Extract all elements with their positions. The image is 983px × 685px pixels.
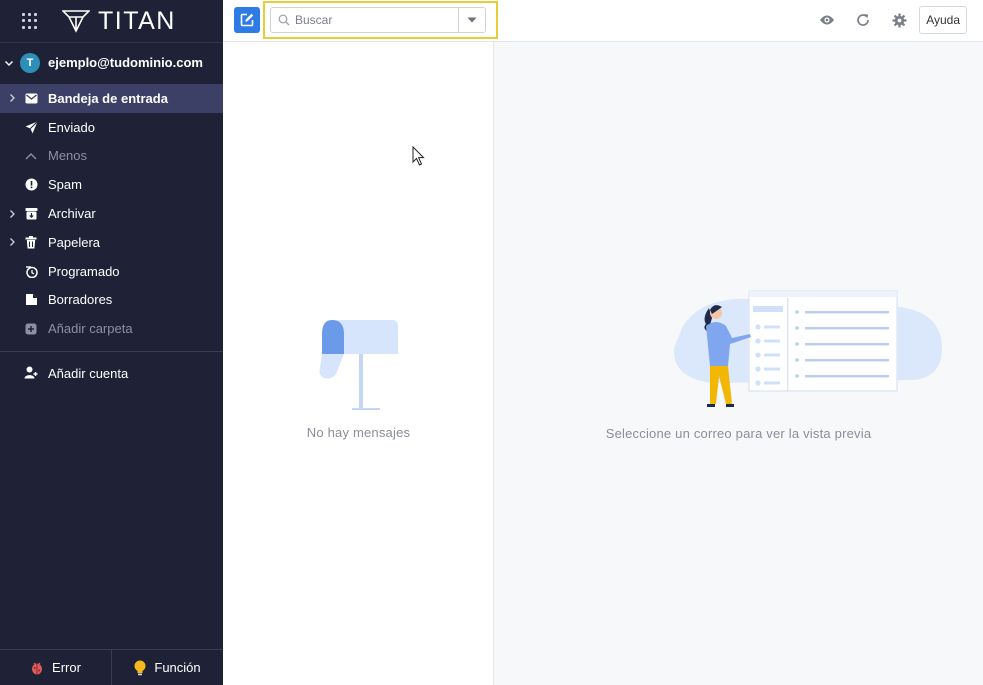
clock-send-icon xyxy=(24,264,38,278)
compose-button[interactable] xyxy=(234,7,260,33)
view-toggle-button[interactable] xyxy=(809,6,845,34)
search-options-dropdown[interactable] xyxy=(458,8,485,32)
help-button[interactable]: Ayuda xyxy=(919,6,967,34)
search-input[interactable] xyxy=(295,13,455,27)
sidebar-item-inbox[interactable]: Bandeja de entrada xyxy=(0,84,223,113)
sidebar-item-scheduled[interactable]: Programado xyxy=(0,257,223,286)
sidebar-item-spam[interactable]: Spam xyxy=(0,170,223,199)
sidebar-item-label: Añadir carpeta xyxy=(48,321,133,337)
sidebar-item-label: Programado xyxy=(48,263,120,279)
chevron-right-icon[interactable] xyxy=(7,209,17,219)
chevron-down-icon[interactable] xyxy=(4,58,14,68)
settings-button[interactable] xyxy=(881,6,917,34)
chevron-right-icon[interactable] xyxy=(7,237,17,247)
sidebar: TITAN T ejemplo@tudominio.com Bandeja de… xyxy=(0,0,223,685)
preview-pane: Seleccione un correo para ver la vista p… xyxy=(494,42,983,685)
feature-label: Función xyxy=(154,660,201,675)
sidebar-footer: Error Función xyxy=(0,649,223,685)
lightbulb-icon xyxy=(134,660,146,675)
sidebar-item-label: Papelera xyxy=(48,234,101,250)
feature-request-button[interactable]: Función xyxy=(111,650,223,685)
top-toolbar: Ayuda xyxy=(223,0,983,42)
refresh-button[interactable] xyxy=(845,6,881,34)
sidebar-item-label: Borradores xyxy=(48,292,113,308)
add-user-icon xyxy=(24,366,38,380)
plus-square-icon xyxy=(24,322,38,336)
titan-logo: TITAN xyxy=(62,7,176,36)
search-icon xyxy=(278,14,290,26)
archive-icon xyxy=(24,207,38,221)
draft-icon xyxy=(24,293,38,307)
sidebar-item-sent[interactable]: Enviado xyxy=(0,113,223,142)
preview-empty-message: Seleccione un correo para ver la vista p… xyxy=(605,426,872,441)
mouse-cursor-icon xyxy=(412,146,425,166)
add-account-button[interactable]: Añadir cuenta xyxy=(0,352,223,394)
account-email: ejemplo@tudominio.com xyxy=(48,55,203,70)
sidebar-item-drafts[interactable]: Borradores xyxy=(0,286,223,315)
avatar: T xyxy=(20,52,40,73)
apps-grid-icon[interactable] xyxy=(22,13,38,29)
sidebar-item-archive[interactable]: Archivar xyxy=(0,199,223,228)
brand-name: TITAN xyxy=(98,6,176,35)
chevron-right-icon[interactable] xyxy=(7,93,17,103)
gear-icon xyxy=(892,12,907,28)
refresh-icon xyxy=(857,14,870,26)
trash-icon xyxy=(24,235,38,249)
brand-bar: TITAN xyxy=(0,0,223,42)
message-list-pane: No hay mensajes xyxy=(223,42,494,685)
folder-list: Bandeja de entrada Enviado Menos Spam Ar… xyxy=(0,82,223,343)
empty-list-message: No hay mensajes xyxy=(306,425,411,440)
error-label: Error xyxy=(52,660,81,675)
sidebar-item-label: Bandeja de entrada xyxy=(48,90,168,106)
account-header[interactable]: T ejemplo@tudominio.com xyxy=(0,42,223,82)
report-error-button[interactable]: Error xyxy=(0,650,111,685)
bug-icon xyxy=(32,662,43,674)
add-account-label: Añadir cuenta xyxy=(48,365,129,381)
sidebar-item-label: Spam xyxy=(48,177,82,193)
sidebar-item-add-folder[interactable]: Añadir carpeta xyxy=(0,314,223,343)
sidebar-item-less[interactable]: Menos xyxy=(0,142,223,171)
sidebar-item-label: Archivar xyxy=(48,206,96,222)
preview-illustration xyxy=(672,288,944,421)
sidebar-item-label: Menos xyxy=(48,148,88,164)
envelope-icon xyxy=(24,91,38,105)
compose-icon xyxy=(240,13,254,27)
eye-icon xyxy=(820,15,835,25)
empty-list-state: No hay mensajes xyxy=(223,312,494,440)
paper-plane-icon xyxy=(24,120,38,134)
titan-logo-icon xyxy=(62,10,90,33)
alert-circle-icon xyxy=(24,178,38,192)
caret-down-icon xyxy=(467,17,477,23)
mailbox-illustration xyxy=(319,320,398,410)
sidebar-item-label: Enviado xyxy=(48,119,95,135)
top-actions: Ayuda xyxy=(809,6,967,34)
search-box[interactable] xyxy=(270,7,486,33)
sidebar-item-trash[interactable]: Papelera xyxy=(0,228,223,257)
chevron-up-icon xyxy=(24,149,38,163)
